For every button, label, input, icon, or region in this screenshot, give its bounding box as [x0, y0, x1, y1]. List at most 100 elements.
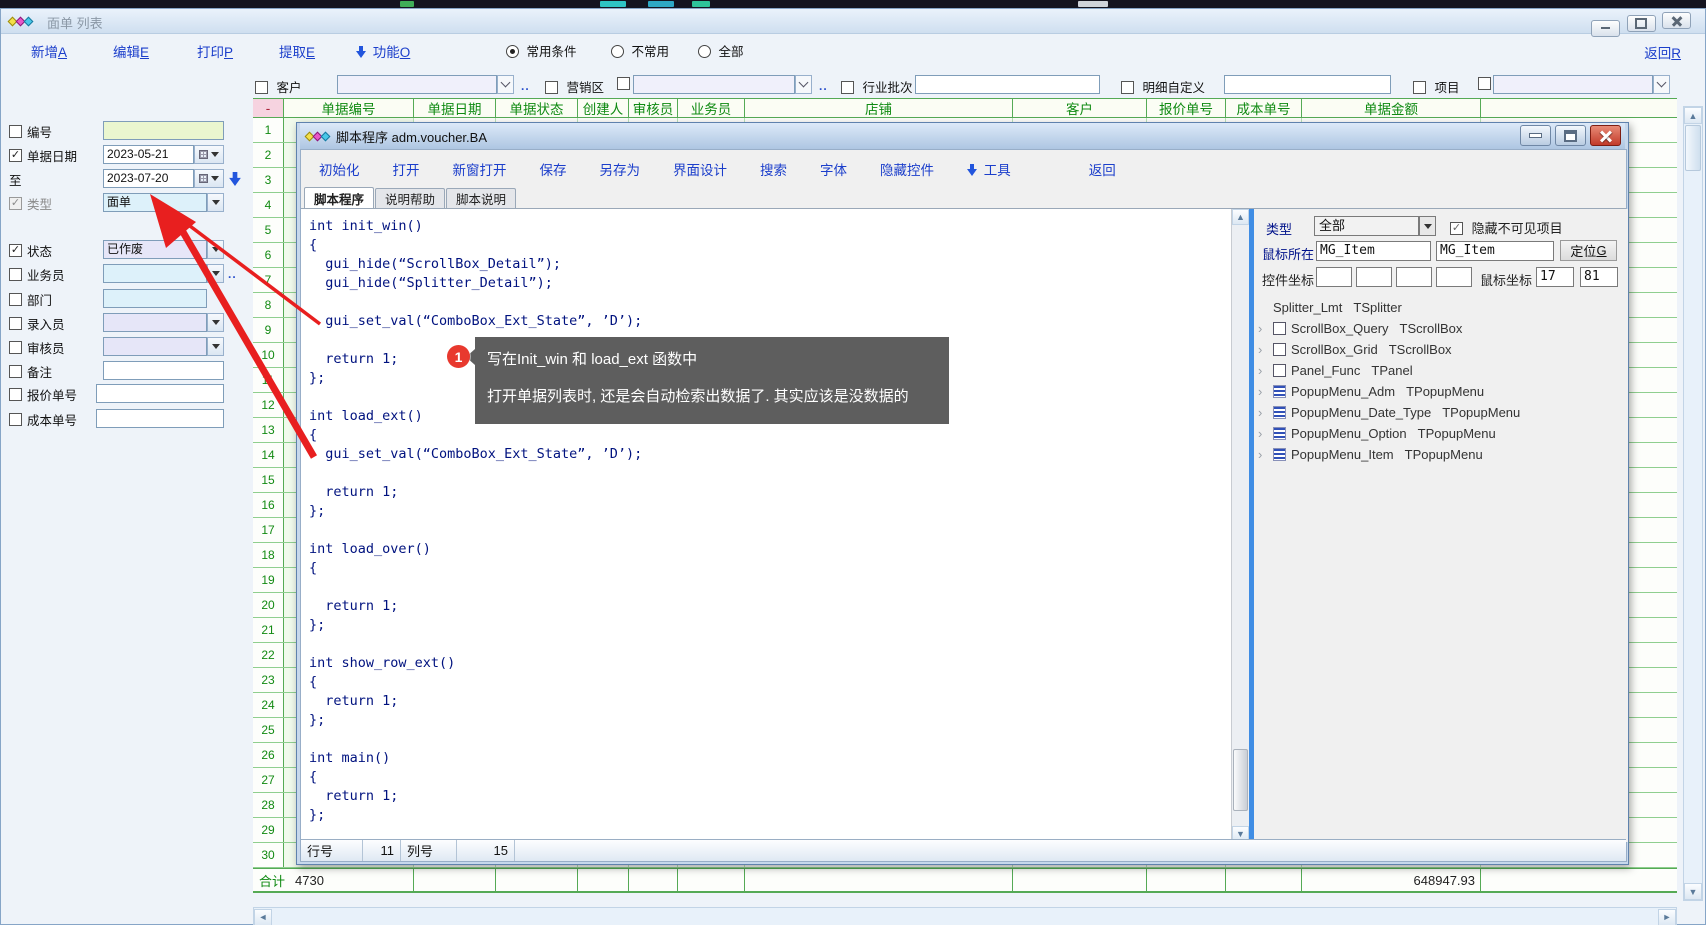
mouse-over-input-2[interactable]: MG_Item: [1436, 241, 1554, 261]
code-line[interactable]: [309, 635, 1231, 654]
tree-expand-icon[interactable]: ›: [1258, 384, 1268, 399]
radio-icon[interactable]: [611, 45, 624, 58]
tree-node-name[interactable]: Panel_Func: [1291, 363, 1360, 378]
project-checkbox[interactable]: [1413, 81, 1426, 94]
type-filter-combo[interactable]: 全部: [1314, 216, 1419, 236]
tree-item[interactable]: › ScrollBox_Grid TScrollBox: [1258, 339, 1624, 360]
code-line[interactable]: };: [309, 502, 1231, 521]
tab-help[interactable]: 说明帮助: [375, 188, 445, 208]
project-combo-arrow[interactable]: [1653, 75, 1670, 94]
tree-expand-icon[interactable]: ›: [1258, 426, 1268, 441]
industry-batch-checkbox-group[interactable]: 行业批次: [841, 77, 913, 96]
add-button[interactable]: 新增A: [31, 41, 67, 61]
grid-header-cell[interactable]: -: [253, 99, 284, 117]
row-number[interactable]: 19: [253, 568, 284, 592]
cost-no-input[interactable]: [96, 409, 224, 428]
radio-icon[interactable]: [506, 45, 519, 58]
entry-clerk-checkbox[interactable]: [9, 317, 22, 330]
tree-node-name[interactable]: PopupMenu_Item: [1291, 447, 1394, 462]
scroll-up-icon[interactable]: ▲: [1684, 107, 1702, 124]
code-line[interactable]: int main(): [309, 749, 1231, 768]
open-button[interactable]: 打开: [393, 159, 420, 179]
row-number[interactable]: 17: [253, 518, 284, 542]
row-number[interactable]: 20: [253, 593, 284, 617]
mouse-x-input[interactable]: 17: [1536, 267, 1574, 287]
detail-custom-checkbox[interactable]: [1121, 81, 1134, 94]
blue-down-arrow-icon[interactable]: [229, 172, 241, 189]
row-number[interactable]: 30: [253, 843, 284, 867]
tree-node-name[interactable]: PopupMenu_Adm: [1291, 384, 1395, 399]
state-combo-value[interactable]: 已作废: [103, 240, 207, 259]
search-button[interactable]: 搜索: [760, 159, 787, 179]
industry-batch-checkbox[interactable]: [841, 81, 854, 94]
script-back-button[interactable]: 返回: [1089, 159, 1116, 179]
row-number[interactable]: 11: [253, 368, 284, 392]
code-line[interactable]: {: [309, 768, 1231, 787]
grid-header-cell[interactable]: 报价单号: [1147, 99, 1226, 117]
code-line[interactable]: [309, 730, 1231, 749]
row-number[interactable]: 26: [253, 743, 284, 767]
row-number[interactable]: 27: [253, 768, 284, 792]
customer-checkbox[interactable]: [255, 81, 268, 94]
code-line[interactable]: gui_hide(“Splitter_Detail”);: [309, 274, 1231, 293]
grid-header-cell[interactable]: 单据日期: [414, 99, 496, 117]
row-number[interactable]: 16: [253, 493, 284, 517]
auditor-combo-value[interactable]: [103, 337, 207, 356]
code-line[interactable]: {: [309, 236, 1231, 255]
salesman-combo-arrow[interactable]: [207, 264, 224, 283]
date-to-picker-button[interactable]: [194, 169, 224, 188]
row-number[interactable]: 28: [253, 793, 284, 817]
back-button[interactable]: 返回R: [1644, 42, 1681, 62]
print-button[interactable]: 打印P: [197, 41, 233, 61]
row-number[interactable]: 3: [253, 168, 284, 192]
row-number[interactable]: 9: [253, 318, 284, 342]
state-checkbox[interactable]: ✓: [9, 244, 22, 257]
salesman-more-dots[interactable]: ..: [228, 267, 237, 281]
code-line[interactable]: return 1;: [309, 597, 1231, 616]
row-number[interactable]: 24: [253, 693, 284, 717]
tree-node-name[interactable]: ScrollBox_Grid: [1291, 342, 1378, 357]
industry-batch-input[interactable]: [915, 75, 1100, 94]
grid-header-cell[interactable]: 单据金额: [1302, 99, 1481, 117]
tree-item[interactable]: › PopupMenu_Date_Type TPopupMenu: [1258, 402, 1624, 423]
row-number[interactable]: 23: [253, 668, 284, 692]
editor-scrollbar[interactable]: ▲ ▼: [1231, 209, 1249, 842]
control-coord-input-1[interactable]: [1316, 267, 1352, 287]
scroll-right-icon[interactable]: ►: [1658, 909, 1676, 925]
code-line[interactable]: [309, 293, 1231, 312]
tree-item[interactable]: › PopupMenu_Option TPopupMenu: [1258, 423, 1624, 444]
hide-invisible-checkbox-group[interactable]: ✓ 隐藏不可见项目: [1450, 218, 1563, 237]
entry-clerk-combo-arrow[interactable]: [207, 313, 224, 332]
radio-icon[interactable]: [698, 45, 711, 58]
code-line[interactable]: };: [309, 616, 1231, 635]
tree-expand-icon[interactable]: ›: [1258, 405, 1268, 420]
auditor-checkbox[interactable]: [9, 341, 22, 354]
code-line[interactable]: int init_win(): [309, 217, 1231, 236]
vertical-scrollbar[interactable]: ▲ ▼: [1683, 106, 1703, 901]
date-checkbox[interactable]: ✓: [9, 149, 22, 162]
save-as-button[interactable]: 另存为: [600, 159, 641, 179]
tools-menu-button[interactable]: 工具: [967, 159, 1011, 179]
row-number[interactable]: 6: [253, 243, 284, 267]
scroll-left-icon[interactable]: ◄: [254, 909, 272, 925]
main-title-bar[interactable]: 面单 列表: [1, 9, 1705, 34]
row-number[interactable]: 21: [253, 618, 284, 642]
row-number[interactable]: 13: [253, 418, 284, 442]
tab-script-notes[interactable]: 脚本说明: [446, 188, 516, 208]
edit-button[interactable]: 编辑E: [113, 41, 149, 61]
row-number[interactable]: 18: [253, 543, 284, 567]
row-number[interactable]: 12: [253, 393, 284, 417]
row-number[interactable]: 15: [253, 468, 284, 492]
restore-button[interactable]: [1555, 125, 1586, 146]
grid-header-cell[interactable]: 业务员: [678, 99, 745, 117]
row-number[interactable]: 10: [253, 343, 284, 367]
script-window-title-bar[interactable]: 脚本程序 adm.voucher.BA: [300, 123, 1625, 149]
code-line[interactable]: gui_hide(“ScrollBox_Detail”);: [309, 255, 1231, 274]
radio-all[interactable]: 全部: [698, 41, 744, 60]
tree-item[interactable]: › ScrollBox_Query TScrollBox: [1258, 318, 1624, 339]
salesman-checkbox[interactable]: [9, 268, 22, 281]
department-field[interactable]: [103, 289, 207, 308]
font-button[interactable]: 字体: [820, 159, 847, 179]
code-line[interactable]: };: [309, 806, 1231, 825]
detail-custom-input[interactable]: [1224, 75, 1391, 94]
